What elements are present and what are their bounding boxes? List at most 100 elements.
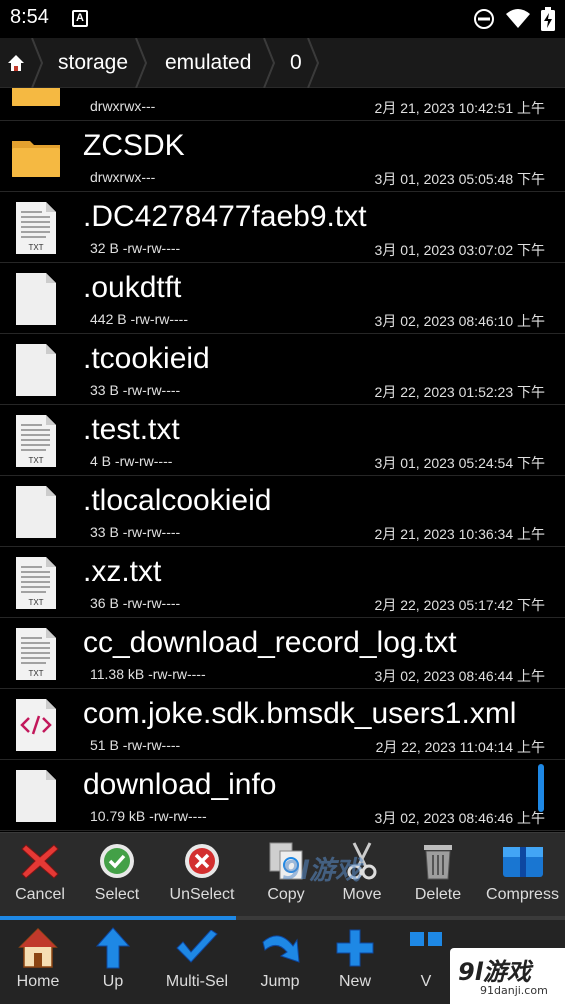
file-row[interactable]: TXT .test.txt 4 B -rw-rw---- 3月 01, 2023…	[0, 405, 565, 476]
status-icons	[473, 7, 555, 31]
breadcrumb-item-emulated[interactable]: emulated	[165, 38, 251, 88]
file-date: 3月 02, 2023 08:46:44 上午	[374, 668, 545, 684]
file-list[interactable]: drwxrwx--- 2月 21, 2023 10:42:51 上午 ZCSDK…	[0, 88, 565, 832]
compress-button[interactable]: Compress	[480, 833, 565, 917]
home-icon	[15, 926, 61, 970]
scrollbar-thumb[interactable]	[538, 764, 544, 812]
cancel-button[interactable]: Cancel	[0, 833, 80, 917]
nav-view-button[interactable]: V	[396, 920, 456, 1004]
status-bar: 8:54 A	[0, 0, 565, 38]
blank-file-icon	[10, 271, 62, 327]
nav-up-button[interactable]: Up	[80, 920, 146, 1004]
file-meta: 33 B -rw-rw----	[90, 382, 181, 398]
file-row[interactable]: drwxrwx--- 2月 21, 2023 10:42:51 上午	[0, 88, 565, 121]
folder-icon	[10, 88, 62, 114]
file-date: 2月 22, 2023 01:52:23 下午	[374, 384, 545, 400]
file-row[interactable]: .tcookieid 33 B -rw-rw---- 2月 22, 2023 0…	[0, 334, 565, 405]
file-meta: 36 B -rw-rw----	[90, 595, 181, 611]
battery-charging-icon	[541, 7, 555, 31]
file-name: ZCSDK	[83, 129, 185, 162]
file-row[interactable]: .oukdtft 442 B -rw-rw---- 3月 02, 2023 08…	[0, 263, 565, 334]
breadcrumb-item-0[interactable]: 0	[290, 38, 302, 88]
svg-text:TXT: TXT	[28, 669, 43, 678]
x-circle-icon	[179, 841, 225, 881]
file-meta: drwxrwx---	[90, 169, 156, 185]
blank-file-icon	[10, 342, 62, 398]
file-row[interactable]: download_info 10.79 kB -rw-rw---- 3月 02,…	[0, 760, 565, 831]
unselect-button[interactable]: UnSelect	[158, 833, 246, 917]
file-name: .oukdtft	[83, 271, 182, 304]
txt-file-icon: TXT	[10, 200, 62, 256]
breadcrumb-item-storage[interactable]: storage	[58, 38, 128, 88]
file-date: 3月 01, 2023 03:07:02 下午	[374, 242, 545, 258]
file-date: 2月 22, 2023 11:04:14 上午	[375, 739, 545, 755]
file-row[interactable]: ZCSDK drwxrwx--- 3月 01, 2023 05:05:48 下午	[0, 121, 565, 192]
txt-file-icon: TXT	[10, 555, 62, 611]
select-button[interactable]: Select	[80, 833, 154, 917]
svg-text:TXT: TXT	[28, 456, 43, 465]
txt-file-icon: TXT	[10, 626, 62, 682]
do-not-disturb-icon	[474, 9, 494, 29]
file-name: .test.txt	[83, 413, 180, 446]
checkmark-icon	[174, 926, 220, 970]
status-time: 8:54	[10, 6, 49, 28]
file-meta: 33 B -rw-rw----	[90, 524, 181, 540]
file-row[interactable]: TXT .DC4278477faeb9.txt 32 B -rw-rw---- …	[0, 192, 565, 263]
file-date: 2月 22, 2023 05:17:42 下午	[374, 597, 545, 613]
archive-icon	[500, 841, 546, 881]
file-date: 3月 01, 2023 05:05:48 下午	[374, 171, 545, 187]
file-name: cc_download_record_log.txt	[83, 626, 457, 659]
breadcrumb: storage emulated 0	[0, 38, 565, 88]
check-circle-icon	[94, 841, 140, 881]
delete-button[interactable]: Delete	[402, 833, 474, 917]
file-meta: 442 B -rw-rw----	[90, 311, 188, 327]
nav-multi-select-button[interactable]: Multi-Sel	[154, 920, 240, 1004]
svg-text:TXT: TXT	[28, 598, 43, 607]
xml-file-icon	[10, 697, 62, 753]
nav-jump-button[interactable]: Jump	[244, 920, 316, 1004]
file-name: .tcookieid	[83, 342, 210, 375]
arrow-up-icon	[90, 926, 136, 970]
file-meta: 51 B -rw-rw----	[90, 737, 181, 753]
blank-file-icon	[10, 768, 62, 824]
home-icon	[8, 55, 24, 71]
breadcrumb-separator	[263, 38, 276, 88]
folder-icon	[10, 129, 62, 185]
file-row[interactable]: TXT .xz.txt 36 B -rw-rw---- 2月 22, 2023 …	[0, 547, 565, 618]
grid-view-icon	[403, 926, 449, 970]
blank-file-icon	[10, 484, 62, 540]
file-name: .DC4278477faeb9.txt	[83, 200, 367, 233]
cancel-x-icon	[17, 841, 63, 881]
file-name: com.joke.sdk.bmsdk_users1.xml	[83, 697, 517, 730]
file-meta: 4 B -rw-rw----	[90, 453, 173, 469]
file-name: .tlocalcookieid	[83, 484, 272, 517]
file-meta: 11.38 kB -rw-rw----	[90, 666, 206, 682]
notification-a-icon: A	[72, 10, 88, 27]
breadcrumb-separator	[307, 38, 320, 88]
file-meta: 10.79 kB -rw-rw----	[90, 808, 207, 824]
file-name: download_info	[83, 768, 277, 801]
watermark-logo-text: 9l游戏	[458, 958, 531, 986]
wifi-icon	[506, 9, 530, 28]
watermark-overlay: 9l游戏	[282, 856, 362, 886]
jump-arrow-icon	[257, 926, 303, 970]
file-meta: drwxrwx---	[90, 98, 156, 114]
file-date: 2月 21, 2023 10:42:51 上午	[374, 100, 545, 116]
file-date: 3月 01, 2023 05:24:54 下午	[374, 455, 545, 471]
nav-home-button[interactable]: Home	[0, 920, 76, 1004]
breadcrumb-separator	[31, 38, 44, 88]
svg-text:TXT: TXT	[28, 243, 43, 252]
file-date: 2月 21, 2023 10:36:34 上午	[374, 526, 545, 542]
file-date: 3月 02, 2023 08:46:46 上午	[374, 810, 545, 826]
file-row[interactable]: com.joke.sdk.bmsdk_users1.xml 51 B -rw-r…	[0, 689, 565, 760]
plus-icon	[332, 926, 378, 970]
file-row[interactable]: TXT cc_download_record_log.txt 11.38 kB …	[0, 618, 565, 689]
file-meta: 32 B -rw-rw----	[90, 240, 181, 256]
nav-new-button[interactable]: New	[320, 920, 390, 1004]
trash-icon	[415, 841, 461, 881]
watermark-url: 91danji.com	[480, 984, 548, 997]
file-row[interactable]: .tlocalcookieid 33 B -rw-rw---- 2月 21, 2…	[0, 476, 565, 547]
file-name: .xz.txt	[83, 555, 162, 588]
txt-file-icon: TXT	[10, 413, 62, 469]
breadcrumb-home[interactable]	[0, 38, 32, 88]
